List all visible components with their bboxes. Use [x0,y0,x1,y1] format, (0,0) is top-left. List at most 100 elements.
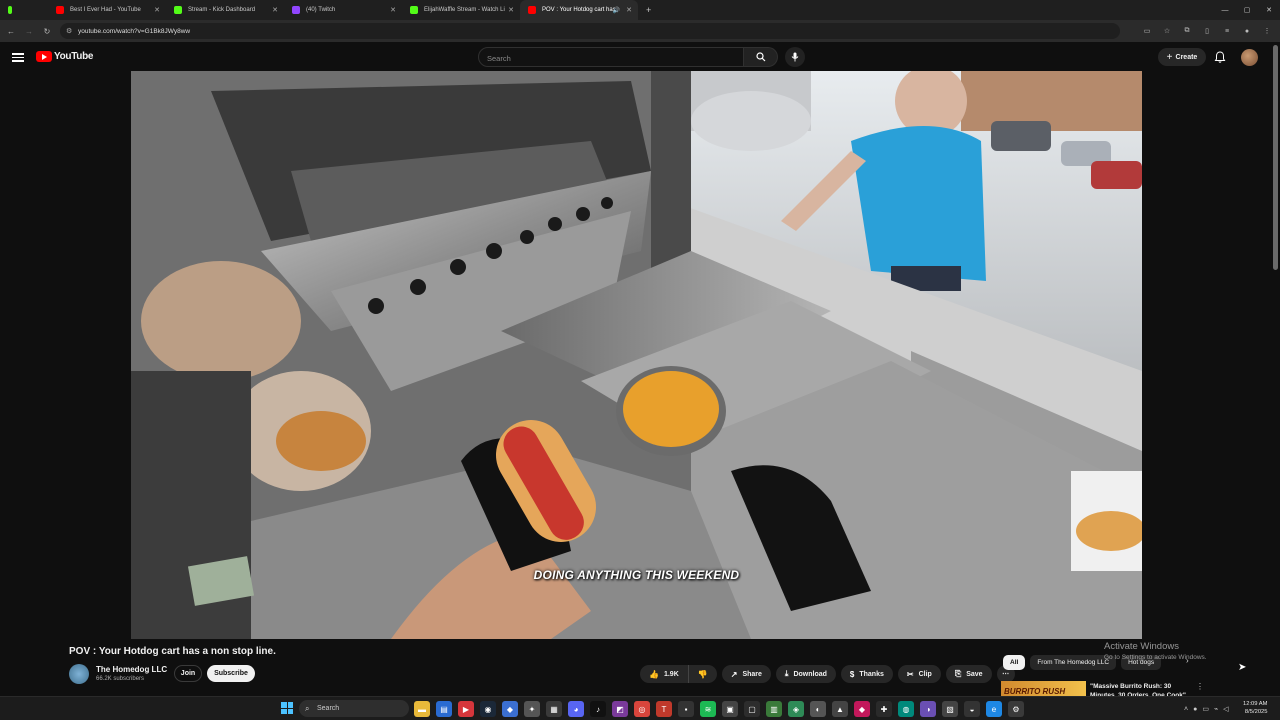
search-field[interactable] [478,47,744,68]
app-icon[interactable]: ▧ [942,701,958,717]
sidebar-icon[interactable]: ▯ [1200,24,1214,38]
security-shield-icon[interactable]: ◆ [502,701,518,717]
app-icon[interactable]: ◈ [788,701,804,717]
volume-icon[interactable]: ◁ [1223,705,1228,713]
app-icon[interactable]: ▦ [546,701,562,717]
close-icon[interactable]: ✕ [626,6,632,14]
app-icon[interactable]: ◑ [920,701,936,717]
join-button[interactable]: Join [174,665,202,682]
speaker-icon[interactable]: 🔊 [613,7,620,14]
app-icon[interactable]: ▥ [766,701,782,717]
voice-search-button[interactable] [785,47,805,67]
chrome-icon[interactable]: ◎ [634,701,650,717]
browser-tab[interactable]: Best I Ever Had - YouTube ✕ [48,0,166,20]
windows-taskbar: ⌕ Search ▬ ▤ ▶ ◉ ◆ ✦ ▦ ◕ ♪ ◩ ◎ T ▪ ≋ ▣ ▢… [0,696,1280,720]
search-input[interactable] [479,49,743,68]
search-button[interactable] [744,47,778,67]
store-icon[interactable]: ▤ [436,701,452,717]
settings-gear-icon[interactable]: ⚙ [1008,701,1024,717]
chip-all[interactable]: All [1003,655,1026,670]
steam-icon[interactable]: ◉ [480,701,496,717]
app-icon[interactable]: ▣ [722,701,738,717]
forward-icon[interactable]: → [20,22,38,40]
bookmark-star-icon[interactable]: ☆ [1160,24,1174,38]
app-icon[interactable]: ▪ [678,701,694,717]
save-button[interactable]: ⎘ Save [945,665,992,683]
app-icon[interactable]: ✚ [876,701,892,717]
subscribe-button[interactable]: Subscribe [207,665,255,682]
app-icon[interactable]: ◍ [898,701,914,717]
watermark-subtitle: Go to Settings to activate Windows. [1104,654,1207,661]
display-icon[interactable]: ▭ [1202,705,1209,713]
video-player[interactable]: DOING ANYTHING THIS WEEKEND [131,71,1142,639]
hamburger-menu-icon[interactable] [12,51,24,63]
browser-tab-twitch-pinned[interactable] [26,0,48,20]
photo-app-icon[interactable]: ◩ [612,701,628,717]
create-button[interactable]: + Create [1158,48,1206,66]
more-vertical-icon[interactable]: ⋮ [1196,682,1204,691]
save-label: Save [966,670,983,678]
install-app-icon[interactable]: ▭ [1140,24,1154,38]
app-icon[interactable]: ▶ [458,701,474,717]
app-icon[interactable]: ▢ [744,701,760,717]
close-icon[interactable]: ✕ [390,6,396,14]
thanks-button[interactable]: $ Thanks [840,665,893,683]
thanks-label: Thanks [859,670,884,678]
file-explorer-icon[interactable]: ▬ [414,701,430,717]
notifications-bell-icon[interactable] [1213,50,1227,64]
text-app-icon[interactable]: T [656,701,672,717]
close-icon[interactable]: ✕ [154,6,160,14]
tiktok-icon[interactable]: ♪ [590,701,606,717]
kick-icon [174,6,182,14]
browser-tab-kick[interactable] [0,0,26,20]
like-button[interactable]: 👍 1.9K [640,665,689,683]
recommended-video-title[interactable]: "Massive Burrito Rush: 30 Minutes, 30 Or… [1090,682,1190,697]
channel-name[interactable]: The Homedog LLC [96,665,167,674]
channel-avatar[interactable] [69,664,89,684]
minimize-icon[interactable]: — [1214,0,1236,20]
browser-tab-active[interactable]: POV : Your Hotdog cart has 🔊 ✕ [520,0,638,20]
page-scrollbar[interactable] [1273,45,1278,270]
clip-button[interactable]: ✂ Clip [897,665,941,683]
profile-icon[interactable]: ● [1240,24,1254,38]
extensions-icon[interactable]: ⧉ [1180,24,1194,38]
browser-tab[interactable]: Stream - Kick Dashboard ✕ [166,0,284,20]
recommended-video-thumbnail[interactable]: BURRITO RUSH [1001,681,1086,696]
network-icon[interactable]: ⌁ [1214,705,1218,713]
app-icon[interactable]: ◐ [810,701,826,717]
taskbar-search[interactable]: ⌕ Search [299,700,409,717]
search-icon: ⌕ [305,703,310,713]
browser-tab[interactable]: ElijahWaffle Stream - Watch Li ✕ [402,0,520,20]
watermark-title: Activate Windows [1104,641,1179,652]
app-icon[interactable]: ◒ [964,701,980,717]
tab-label: ElijahWaffle Stream - Watch Li [424,7,505,13]
browser-menu-icon[interactable]: ⋮ [1260,24,1274,38]
maximize-icon[interactable]: ▢ [1236,0,1258,20]
account-avatar[interactable] [1241,49,1258,66]
dislike-button[interactable]: 👎 [688,665,717,683]
edge-icon[interactable]: e [986,701,1002,717]
close-icon[interactable]: ✕ [1258,0,1280,20]
close-icon[interactable]: ✕ [272,6,278,14]
reload-icon[interactable]: ↻ [38,22,56,40]
download-button[interactable]: ⤓ Download [775,665,836,683]
youtube-logo[interactable]: YouTube [36,51,94,62]
app-icon[interactable]: ✦ [524,701,540,717]
microphone-icon[interactable]: ● [1193,706,1197,713]
share-label: Share [742,670,762,678]
media-controls-icon[interactable]: ≡ [1220,24,1234,38]
chevron-up-icon[interactable]: ˄ [1184,706,1188,713]
browser-tab[interactable]: (40) Twitch ✕ [284,0,402,20]
back-icon[interactable]: ← [2,22,20,40]
windows-start-icon[interactable] [281,702,293,714]
close-icon[interactable]: ✕ [508,6,514,14]
share-button[interactable]: ↗ Share [721,665,771,683]
new-tab-button[interactable]: + [638,0,658,20]
app-icon[interactable]: ▲ [832,701,848,717]
app-icon[interactable]: ◆ [854,701,870,717]
site-info-icon[interactable]: ⚙ [66,27,72,35]
url-bar[interactable]: ⚙ youtube.com/watch?v=G1Bk8JWy8ww [60,23,1120,39]
discord-icon[interactable]: ◕ [568,701,584,717]
taskbar-clock[interactable]: 12:09 AM 8/5/2025 [1243,700,1268,716]
spotify-icon[interactable]: ≋ [700,701,716,717]
